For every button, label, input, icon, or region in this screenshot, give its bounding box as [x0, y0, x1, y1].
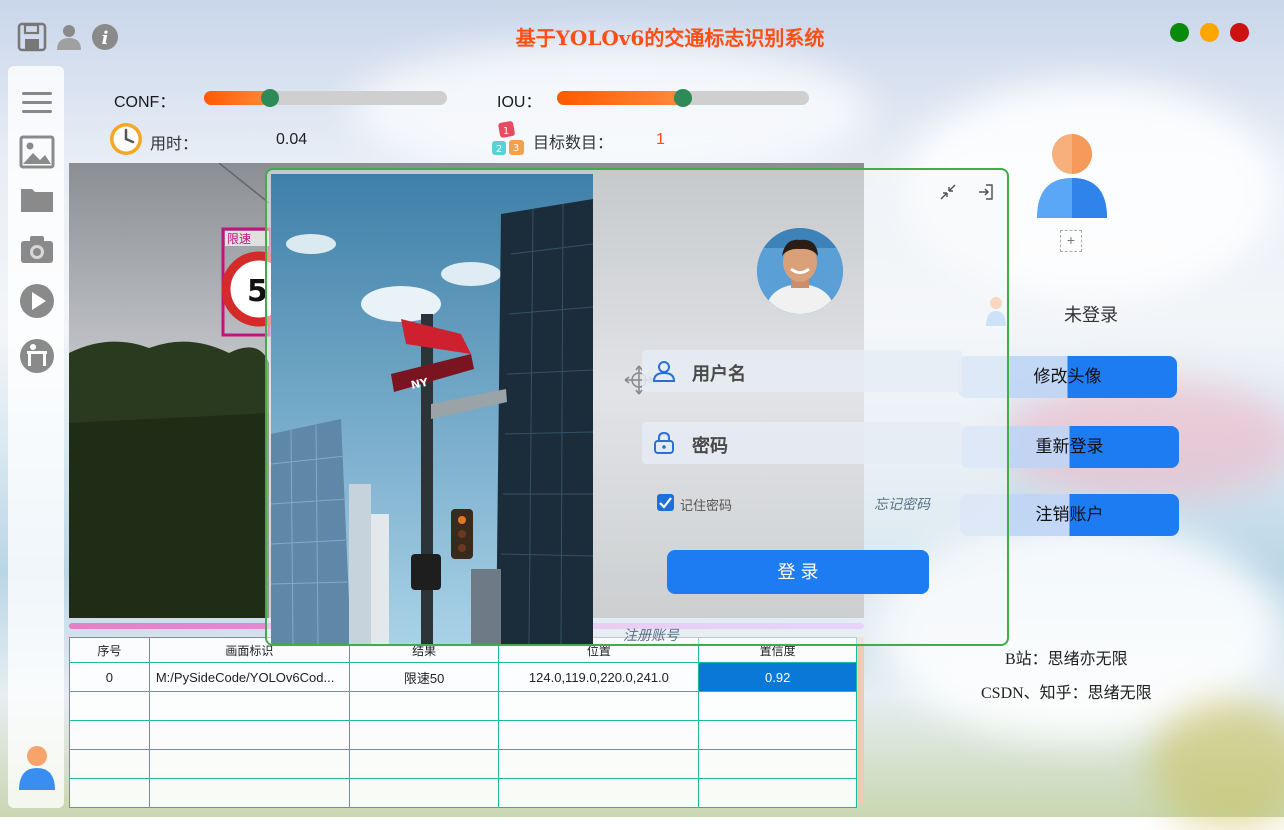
table-row[interactable]: [69, 778, 857, 808]
table-row[interactable]: [69, 720, 857, 750]
close-button[interactable]: [1230, 23, 1249, 42]
login-dialog: NY 用户名 密码 记住密码 忘记密码 登 录 注册账号: [265, 168, 1009, 646]
username-placeholder: 用户名: [692, 364, 746, 384]
iou-label: IOU：: [497, 94, 542, 111]
exit-dialog-icon[interactable]: [977, 183, 995, 201]
table-row[interactable]: 0 M:/PySideCode/YOLOv6Cod... 限速50 124.0,…: [69, 662, 857, 692]
checkmark-icon: [659, 497, 672, 509]
save-icon[interactable]: [17, 22, 47, 52]
register-link[interactable]: 注册账号: [623, 625, 679, 644]
image-icon[interactable]: [18, 133, 56, 171]
column-header[interactable]: 序号: [69, 637, 150, 663]
iou-slider[interactable]: [557, 89, 809, 107]
csdn-credit: CSDN、知乎：思绪无限: [981, 685, 1152, 702]
count-label: 目标数目：: [533, 135, 614, 152]
detection-label: 限速: [227, 232, 251, 246]
bilibili-credit: B站：思绪亦无限: [1005, 651, 1128, 668]
conf-slider[interactable]: [204, 89, 447, 107]
remember-label[interactable]: 记住密码: [680, 495, 732, 514]
user-outline-icon: [652, 361, 676, 382]
play-icon[interactable]: [18, 282, 56, 320]
table-cell-selected[interactable]: 0.92: [698, 662, 857, 692]
table-cell[interactable]: 限速50: [348, 662, 500, 692]
account-avatar-icon: [1037, 134, 1107, 218]
table-cell[interactable]: M:/PySideCode/YOLOv6Cod...: [148, 662, 350, 692]
maximize-button[interactable]: [1170, 23, 1189, 42]
remember-checkbox[interactable]: [657, 494, 674, 511]
dice-count-icon: 1 2 3: [492, 121, 524, 155]
user-icon[interactable]: [54, 22, 84, 52]
password-placeholder: 密码: [692, 436, 728, 456]
clock-icon: [110, 123, 142, 155]
login-button[interactable]: 登 录: [667, 550, 929, 594]
conf-slider-handle[interactable]: [260, 89, 279, 107]
conf-label: CONF：: [114, 94, 176, 111]
window-title: 基于YOLOv6的交通标志识别系统: [515, 26, 825, 50]
camera-icon[interactable]: [18, 231, 56, 269]
svg-text:2: 2: [496, 144, 502, 155]
desk-icon[interactable]: [18, 337, 56, 375]
table-cell[interactable]: 0: [69, 662, 150, 692]
sidebar: [8, 66, 64, 808]
iou-slider-fill: [557, 91, 683, 105]
password-field[interactable]: 密码: [642, 422, 962, 464]
table-scrollbar[interactable]: [857, 637, 864, 805]
minimize-button[interactable]: [1200, 23, 1219, 42]
conf-slider-fill: [204, 91, 270, 105]
results-table: 序号 画面标识 结果 位置 置信度 0 M:/PySideCode/YOLOv6…: [69, 637, 857, 808]
forgot-password-link[interactable]: 忘记密码: [874, 494, 930, 514]
svg-text:3: 3: [513, 143, 519, 154]
table-cell[interactable]: 124.0,119.0,220.0,241.0: [498, 662, 700, 692]
login-status: 未登录: [1064, 305, 1118, 325]
iou-slider-handle[interactable]: [674, 89, 692, 107]
menu-icon[interactable]: [18, 84, 56, 122]
info-icon[interactable]: i: [90, 22, 120, 52]
login-button-label: 登 录: [777, 562, 819, 582]
login-photo: NY: [271, 174, 593, 644]
user-avatar-icon[interactable]: [16, 744, 58, 790]
login-profile-photo: [757, 228, 843, 314]
svg-text:i: i: [102, 28, 109, 49]
username-field[interactable]: 用户名: [642, 350, 962, 392]
minimize-dialog-icon[interactable]: [939, 183, 957, 201]
time-value: 0.04: [276, 131, 308, 148]
table-row[interactable]: [69, 749, 857, 779]
time-label: 用时：: [150, 136, 199, 153]
folder-icon[interactable]: [18, 181, 56, 219]
add-avatar-button[interactable]: +: [1060, 230, 1082, 252]
lock-icon: [654, 431, 674, 454]
svg-text:1: 1: [503, 126, 509, 137]
table-row[interactable]: [69, 691, 857, 721]
count-value: 1: [656, 131, 665, 148]
